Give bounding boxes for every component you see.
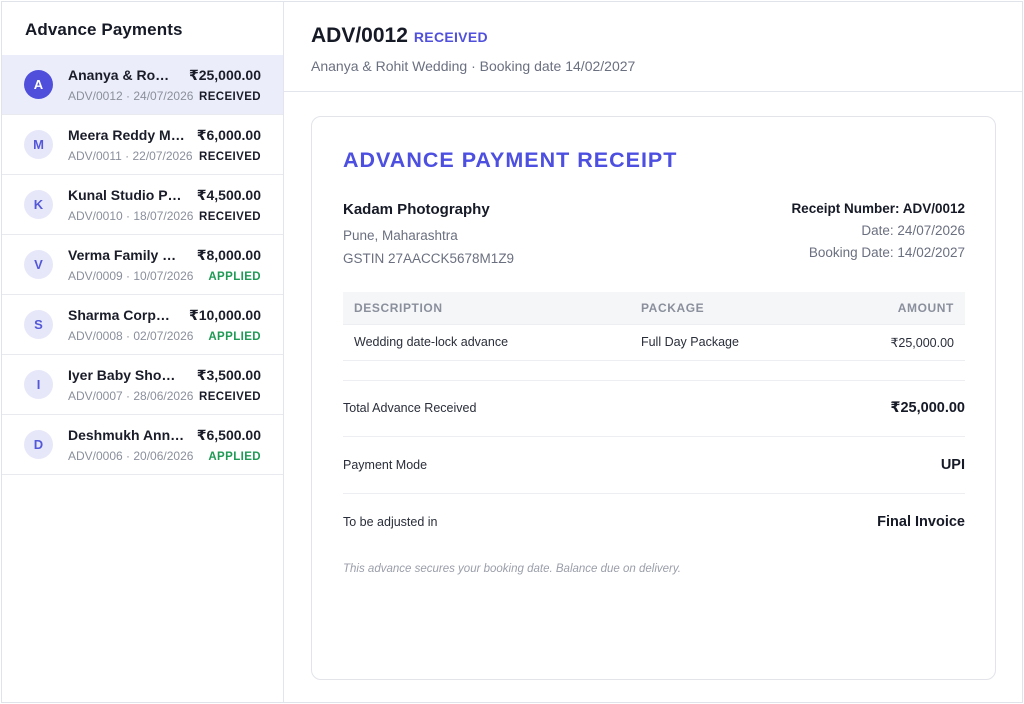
advance-amount: ₹25,000.00 xyxy=(188,66,261,83)
status-badge: RECEIVED xyxy=(199,150,261,163)
table-row: Wedding date-lock advance Full Day Packa… xyxy=(343,323,965,361)
advance-meta: ADV/0006 · 20/06/2026 xyxy=(68,448,194,463)
business-location: Pune, Maharashtra xyxy=(343,228,458,243)
payment-mode-label: Payment Mode xyxy=(343,457,428,472)
main-panel: ADV/0012 RECEIVED Ananya & Rohit Wedding… xyxy=(284,2,1022,702)
column-header-description: DESCRIPTION xyxy=(343,292,630,324)
column-header-amount: AMOUNT xyxy=(825,292,965,324)
payment-mode-value: UPI xyxy=(940,456,965,473)
line-package: Full Day Package xyxy=(629,323,826,361)
advance-client-name: Kunal Studio P… xyxy=(68,186,182,203)
avatar: M xyxy=(24,130,53,159)
line-description: Wedding date-lock advance xyxy=(343,323,630,361)
advance-list-item[interactable]: A Ananya & Ro… ₹25,000.00 ADV/0012 · 24/… xyxy=(2,55,283,115)
status-badge: RECEIVED xyxy=(199,210,261,223)
advance-client-name: Deshmukh Ann… xyxy=(68,426,185,443)
adjustment-row: To be adjusted in Final Invoice xyxy=(343,494,965,551)
status-badge: RECEIVED xyxy=(413,29,488,45)
total-value: ₹25,000.00 xyxy=(890,400,965,416)
receipt-date: Date: 24/07/2026 xyxy=(861,223,965,238)
advance-meta: ADV/0012 · 24/07/2026 xyxy=(68,88,194,103)
status-badge: RECEIVED xyxy=(199,90,261,103)
adjusted-value: Final Invoice xyxy=(877,514,965,530)
business-name: Kadam Photography xyxy=(343,201,490,218)
status-badge: APPLIED xyxy=(208,330,261,343)
receipt-booking-date: Booking Date: 14/02/2027 xyxy=(808,245,965,260)
receipt-card: ADVANCE PAYMENT RECEIPT Kadam Photograph… xyxy=(311,116,996,680)
advance-meta: ADV/0008 · 02/07/2026 xyxy=(68,328,194,343)
advance-meta: ADV/0010 · 18/07/2026 xyxy=(68,208,194,223)
advance-client-name: Iyer Baby Sho… xyxy=(68,366,176,383)
total-row: Total Advance Received ₹25,000.00 xyxy=(343,379,965,437)
avatar: I xyxy=(24,370,53,399)
adjusted-label: To be adjusted in xyxy=(343,515,438,529)
advance-amount: ₹6,000.00 xyxy=(196,126,261,143)
advance-client-name: Ananya & Ro… xyxy=(68,66,170,83)
sidebar: Advance Payments A Ananya & Ro… ₹25,000.… xyxy=(2,2,284,702)
advance-client-name: Verma Family … xyxy=(68,246,177,263)
advance-list-item[interactable]: D Deshmukh Ann… ₹6,500.00 ADV/0006 · 20/… xyxy=(2,415,283,475)
avatar: S xyxy=(24,310,53,339)
advance-list-item[interactable]: K Kunal Studio P… ₹4,500.00 ADV/0010 · 1… xyxy=(2,175,283,235)
advance-amount: ₹3,500.00 xyxy=(196,366,261,383)
avatar: K xyxy=(24,190,53,219)
advance-meta: ADV/0009 · 10/07/2026 xyxy=(68,268,194,283)
payment-mode-row: Payment Mode UPI xyxy=(343,437,965,494)
advance-list-item[interactable]: M Meera Reddy M… ₹6,000.00 ADV/0011 · 22… xyxy=(2,115,283,175)
business-gstin: GSTIN 27AACCK5678M1Z9 xyxy=(343,251,515,266)
receipt-note: This advance secures your booking date. … xyxy=(343,562,681,575)
advance-amount: ₹4,500.00 xyxy=(196,186,261,203)
status-badge: RECEIVED xyxy=(199,390,261,403)
receipt-title: ADVANCE PAYMENT RECEIPT xyxy=(343,148,678,172)
total-label: Total Advance Received xyxy=(343,401,477,415)
page-subtitle: Ananya & Rohit Wedding · Booking date 14… xyxy=(311,58,636,74)
advance-client-name: Meera Reddy M… xyxy=(68,126,185,143)
column-header-package: PACKAGE xyxy=(629,292,826,324)
line-amount: ₹25,000.00 xyxy=(825,323,965,361)
avatar: D xyxy=(24,430,53,459)
advance-list-item[interactable]: V Verma Family … ₹8,000.00 ADV/0009 · 10… xyxy=(2,235,283,295)
advance-list-item[interactable]: I Iyer Baby Sho… ₹3,500.00 ADV/0007 · 28… xyxy=(2,355,283,415)
advance-client-name: Sharma Corp… xyxy=(68,306,170,323)
app-window: Advance Payments A Ananya & Ro… ₹25,000.… xyxy=(1,1,1023,703)
status-badge: APPLIED xyxy=(208,450,261,463)
advance-amount: ₹10,000.00 xyxy=(188,306,261,323)
advance-list: A Ananya & Ro… ₹25,000.00 ADV/0012 · 24/… xyxy=(2,55,283,475)
avatar: V xyxy=(24,250,53,279)
page-title: ADV/0012 xyxy=(311,24,408,47)
advance-meta: ADV/0007 · 28/06/2026 xyxy=(68,388,194,403)
advance-amount: ₹6,500.00 xyxy=(196,426,261,443)
status-badge: APPLIED xyxy=(208,270,261,283)
detail-header: ADV/0012 RECEIVED Ananya & Rohit Wedding… xyxy=(284,2,1022,92)
line-items-table: DESCRIPTION PACKAGE AMOUNT Wedding date-… xyxy=(343,292,965,361)
advance-meta: ADV/0011 · 22/07/2026 xyxy=(68,148,193,163)
receipt-number: Receipt Number: ADV/0012 xyxy=(791,201,965,216)
sidebar-title: Advance Payments xyxy=(25,20,183,39)
avatar: A xyxy=(24,70,53,99)
advance-list-item[interactable]: S Sharma Corp… ₹10,000.00 ADV/0008 · 02/… xyxy=(2,295,283,355)
advance-amount: ₹8,000.00 xyxy=(196,246,261,263)
